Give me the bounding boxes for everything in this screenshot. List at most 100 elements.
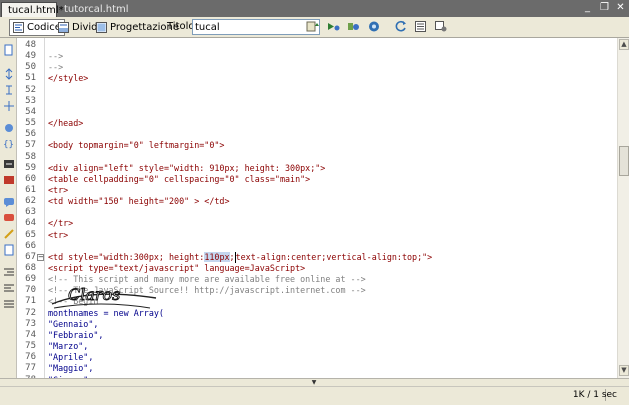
format-source-icon[interactable] bbox=[2, 298, 15, 311]
panel-splitter[interactable]: ▼ bbox=[0, 379, 629, 387]
restore-button[interactable]: ❐ bbox=[599, 2, 610, 14]
line-number: 70 bbox=[25, 285, 36, 296]
debug-browser-icon[interactable] bbox=[345, 20, 361, 35]
visual-aids-icon[interactable] bbox=[433, 20, 449, 35]
line-numbers-icon[interactable] bbox=[2, 158, 15, 171]
line-number: 68 bbox=[25, 263, 36, 273]
code-line[interactable]: <tr> bbox=[48, 230, 68, 241]
code-token: <script type="text/javascript" language=… bbox=[48, 263, 306, 273]
highlight-invalid-code-icon[interactable] bbox=[2, 174, 15, 187]
recent-snippets-icon[interactable] bbox=[2, 244, 15, 257]
code-token: </tr> bbox=[48, 218, 74, 229]
code-line[interactable]: <table cellpadding="0" cellspacing="0" c… bbox=[48, 174, 310, 185]
code-line[interactable]: </tr> bbox=[48, 218, 73, 229]
line-number: 67 bbox=[25, 251, 36, 262]
code-line[interactable]: "Maggio", bbox=[48, 363, 93, 374]
code-token: <div align="left" style="width: 910px; h… bbox=[48, 162, 326, 173]
line-number: 76 bbox=[25, 352, 36, 363]
code-line[interactable]: <td width="150" height="200" > </td> bbox=[48, 196, 230, 207]
code-line[interactable]: "Febbraio", bbox=[48, 330, 103, 341]
code-line[interactable]: monthnames = new Array( bbox=[48, 308, 164, 319]
wrap-tag-icon[interactable] bbox=[2, 228, 15, 241]
code-token: "Maggio", bbox=[48, 363, 94, 374]
expand-all-icon[interactable] bbox=[2, 100, 15, 113]
tab-tutorcal[interactable]: tutorcal.html bbox=[58, 2, 129, 17]
vertical-scrollbar[interactable]: ▲ ▼ bbox=[617, 38, 629, 378]
code-token: <!-- Begin bbox=[48, 296, 99, 307]
line-number: 77 bbox=[25, 363, 36, 374]
code-line[interactable]: <script type="text/javascript" language=… bbox=[48, 263, 305, 274]
line-number: 71 bbox=[25, 296, 36, 307]
scroll-thumb[interactable] bbox=[619, 146, 629, 176]
indent-code-icon[interactable] bbox=[2, 266, 15, 279]
preview-browser-icon[interactable] bbox=[325, 20, 341, 35]
line-number: 62 bbox=[25, 196, 36, 207]
outdent-code-icon[interactable] bbox=[2, 282, 15, 295]
tab-tucal[interactable]: tucal.html* bbox=[1, 2, 64, 17]
code-line[interactable]: <!-- Begin bbox=[48, 296, 98, 307]
code-editor[interactable]: --> --> </style> </head> <body topmargin="0"… bbox=[45, 38, 617, 378]
code-view-icon bbox=[13, 22, 24, 33]
line-number: 61 bbox=[25, 184, 36, 195]
status-bar: ▼ 1K / 1 sec bbox=[0, 378, 629, 405]
code-token: --> bbox=[48, 51, 64, 62]
code-line[interactable]: "Gennaio", bbox=[48, 319, 98, 330]
line-number: 53 bbox=[25, 95, 36, 106]
line-number: 51 bbox=[25, 73, 36, 84]
open-documents-icon[interactable] bbox=[2, 44, 15, 57]
code-token: <td width="150" height="200" > </td> bbox=[48, 196, 230, 207]
apply-comment-icon[interactable] bbox=[2, 196, 15, 209]
remove-comment-icon[interactable] bbox=[2, 212, 15, 225]
code-line[interactable]: </head> bbox=[48, 118, 83, 129]
line-number: 49 bbox=[25, 51, 36, 62]
code-line[interactable]: </style> bbox=[48, 73, 88, 84]
line-number: 64 bbox=[25, 218, 36, 229]
line-number: 72 bbox=[25, 307, 36, 318]
check-page-icon[interactable] bbox=[366, 20, 382, 35]
code-line[interactable]: --> bbox=[48, 62, 63, 73]
collapse-selection-icon[interactable] bbox=[2, 84, 15, 97]
title-input[interactable] bbox=[192, 19, 320, 35]
line-number: 57 bbox=[25, 140, 36, 151]
code-line[interactable]: --> bbox=[48, 51, 63, 62]
code-line[interactable]: "Marzo", bbox=[48, 341, 88, 352]
collapse-tag-icon[interactable] bbox=[2, 68, 15, 81]
fold-toggle-icon[interactable]: − bbox=[37, 253, 44, 261]
code-token: <!-- The JavaScript Source!! http://java… bbox=[48, 285, 366, 296]
scroll-up-arrow-icon[interactable]: ▲ bbox=[619, 39, 629, 50]
line-number: 59 bbox=[25, 162, 36, 173]
code-line[interactable]: <td style="width:300px; height:110px;tex… bbox=[48, 251, 432, 263]
line-number-gutter: 48 49 50 51 52 53 54 55 56 57 58 59 60 61 62 63 64 65 66 67… bbox=[17, 38, 45, 385]
selected-text: 110px bbox=[204, 251, 230, 262]
design-view-icon bbox=[96, 22, 107, 33]
line-number: 73 bbox=[25, 318, 36, 329]
code-line[interactable]: <tr> bbox=[48, 185, 68, 196]
code-token: "Marzo", bbox=[48, 341, 89, 352]
select-parent-tag-icon[interactable] bbox=[2, 122, 15, 135]
refresh-icon[interactable] bbox=[393, 20, 409, 35]
coding-toolbar: {} bbox=[0, 38, 17, 378]
split-view-icon bbox=[58, 22, 69, 33]
code-line[interactable]: <div align="left" style="width: 910px; h… bbox=[48, 163, 325, 174]
line-number: 74 bbox=[25, 329, 36, 340]
minimize-button[interactable]: _ bbox=[582, 2, 593, 14]
line-number: 58 bbox=[25, 151, 36, 162]
file-management-icon[interactable] bbox=[305, 20, 321, 35]
scroll-down-arrow-icon[interactable]: ▼ bbox=[619, 365, 629, 376]
code-line[interactable]: <!-- The JavaScript Source!! http://java… bbox=[48, 285, 366, 296]
code-token: "Febbraio", bbox=[48, 329, 104, 340]
code-token: "Aprile", bbox=[48, 352, 94, 363]
code-token: <!-- This script and many more are avail… bbox=[48, 274, 366, 285]
code-line[interactable]: <!-- This script and many more are avail… bbox=[48, 274, 366, 285]
code-token: </style> bbox=[48, 73, 89, 84]
code-line[interactable]: "Aprile", bbox=[48, 352, 93, 363]
expand-panel-arrow-icon[interactable]: ▼ bbox=[310, 380, 318, 386]
view-options-icon[interactable] bbox=[413, 20, 429, 35]
balance-braces-icon[interactable]: {} bbox=[2, 138, 15, 151]
code-token: "Gennaio", bbox=[48, 318, 99, 329]
line-number: 66 bbox=[25, 240, 36, 251]
code-token: <td style="width:300px; height: bbox=[48, 251, 205, 262]
code-line[interactable]: <body topmargin="0" leftmargin="0"> bbox=[48, 140, 224, 151]
close-button[interactable]: ✕ bbox=[615, 2, 626, 14]
line-number: 56 bbox=[25, 129, 36, 140]
